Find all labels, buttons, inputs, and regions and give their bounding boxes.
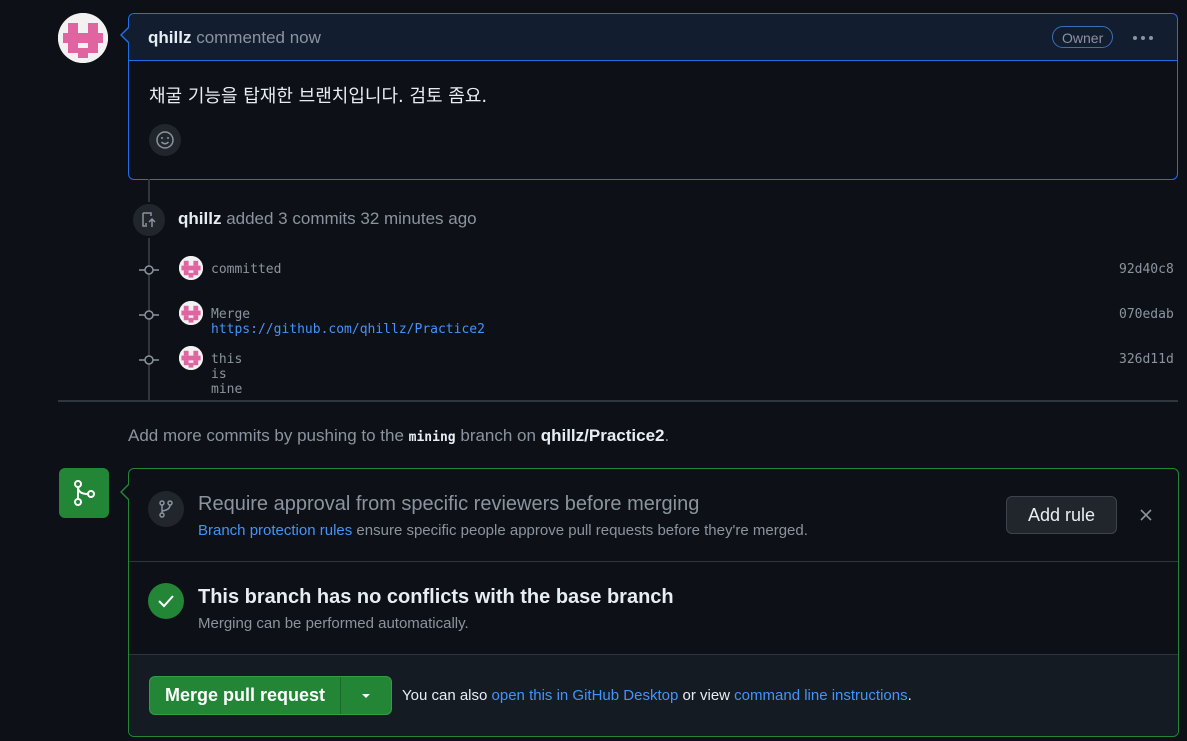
git-commit-icon (139, 355, 159, 365)
commit-message-link[interactable]: Merge (211, 307, 250, 322)
add-reaction-button[interactable] (149, 124, 181, 156)
status-title: This branch has no conflicts with the ba… (198, 586, 674, 608)
git-commit-icon (139, 265, 159, 275)
commit-avatar[interactable] (179, 256, 203, 280)
branch-protection-link[interactable]: Branch protection rules (198, 522, 352, 539)
push-event-badge (131, 202, 167, 238)
git-commit-icon (139, 310, 159, 320)
commit-avatar[interactable] (179, 301, 203, 325)
command-line-instructions-link[interactable]: command line instructions (734, 687, 907, 704)
push-event-text: qhillz added 3 commits 32 minutes ago (178, 209, 477, 229)
merge-hint-suffix: . (907, 687, 912, 704)
smiley-icon (156, 131, 174, 149)
x-icon (1140, 509, 1152, 521)
kebab-horizontal-icon (1133, 36, 1153, 40)
merge-button-group: Merge pull request (149, 676, 392, 715)
branch-name: mining (408, 430, 456, 445)
merge-hint: You can also open this in GitHub Desktop… (402, 687, 912, 704)
status-desc: Merging can be performed automatically. (198, 615, 469, 632)
commit-message-url[interactable]: https://github.com/qhillz/Practice2 (211, 322, 485, 337)
commit-message-link[interactable]: committed (211, 262, 281, 277)
owner-badge: Owner (1052, 26, 1114, 48)
push-author-link[interactable]: qhillz (178, 209, 221, 228)
comment-body: 채굴 기능을 탑재한 브랜치입니다. 검토 좀요. (149, 86, 488, 107)
protection-desc-text: ensure specific people approve pull requ… (356, 522, 808, 539)
status-success-circle (148, 583, 184, 619)
comment-pointer-inner (122, 28, 129, 42)
git-merge-icon (74, 480, 95, 506)
comment-author-link[interactable]: qhillz (148, 28, 191, 47)
push-hint: Add more commits by pushing to the minin… (128, 426, 669, 446)
comment-box: qhillz commented now Owner 채굴 기능을 탑재한 브랜… (128, 13, 1178, 180)
timeline-divider (58, 400, 1178, 402)
comment-header: qhillz commented now Owner (129, 14, 1177, 61)
merge-box: Require approval from specific reviewers… (128, 468, 1179, 737)
github-desktop-link[interactable]: open this in GitHub Desktop (492, 687, 679, 704)
comment-options-button[interactable] (1129, 22, 1157, 50)
comment-action: commented now (196, 28, 321, 47)
push-event-action: added 3 commits 32 minutes ago (226, 209, 477, 228)
commit-sha-link[interactable]: 326d11d (1119, 352, 1174, 367)
avatar-identicon (179, 346, 203, 370)
push-hint-middle: branch on (460, 426, 536, 445)
section-divider (129, 561, 1178, 562)
merge-box-pointer-inner (122, 485, 129, 499)
commit-sha-link[interactable]: 070edab (1119, 307, 1174, 322)
avatar-identicon (179, 301, 203, 325)
merge-method-dropdown[interactable] (341, 677, 391, 714)
author-avatar[interactable] (58, 13, 108, 63)
triangle-down-icon (362, 694, 370, 698)
check-icon (158, 595, 174, 608)
avatar-identicon (58, 13, 108, 63)
protection-desc: Branch protection rules ensure specific … (198, 522, 808, 539)
commit-avatar[interactable] (179, 346, 203, 370)
merge-hint-prefix: You can also (402, 687, 488, 704)
merge-pull-request-button[interactable]: Merge pull request (150, 677, 341, 714)
merge-status-icon (59, 468, 109, 518)
push-hint-prefix: Add more commits by pushing to the (128, 426, 404, 445)
git-branch-icon (159, 500, 173, 518)
commit-message-link[interactable]: this is mine (211, 352, 242, 397)
merge-footer: Merge pull request You can also open thi… (129, 655, 1178, 736)
repo-push-icon (142, 212, 156, 227)
avatar-identicon (179, 256, 203, 280)
push-hint-suffix: . (664, 426, 670, 445)
dismiss-button[interactable] (1136, 505, 1156, 525)
merge-hint-middle: or view (682, 687, 730, 704)
commit-sha-link[interactable]: 92d40c8 (1119, 262, 1174, 277)
add-rule-button[interactable]: Add rule (1006, 496, 1117, 534)
repo-link[interactable]: qhillz/Practice2 (541, 426, 665, 445)
protection-title: Require approval from specific reviewers… (198, 493, 700, 515)
branch-protection-icon-circle (148, 491, 184, 527)
